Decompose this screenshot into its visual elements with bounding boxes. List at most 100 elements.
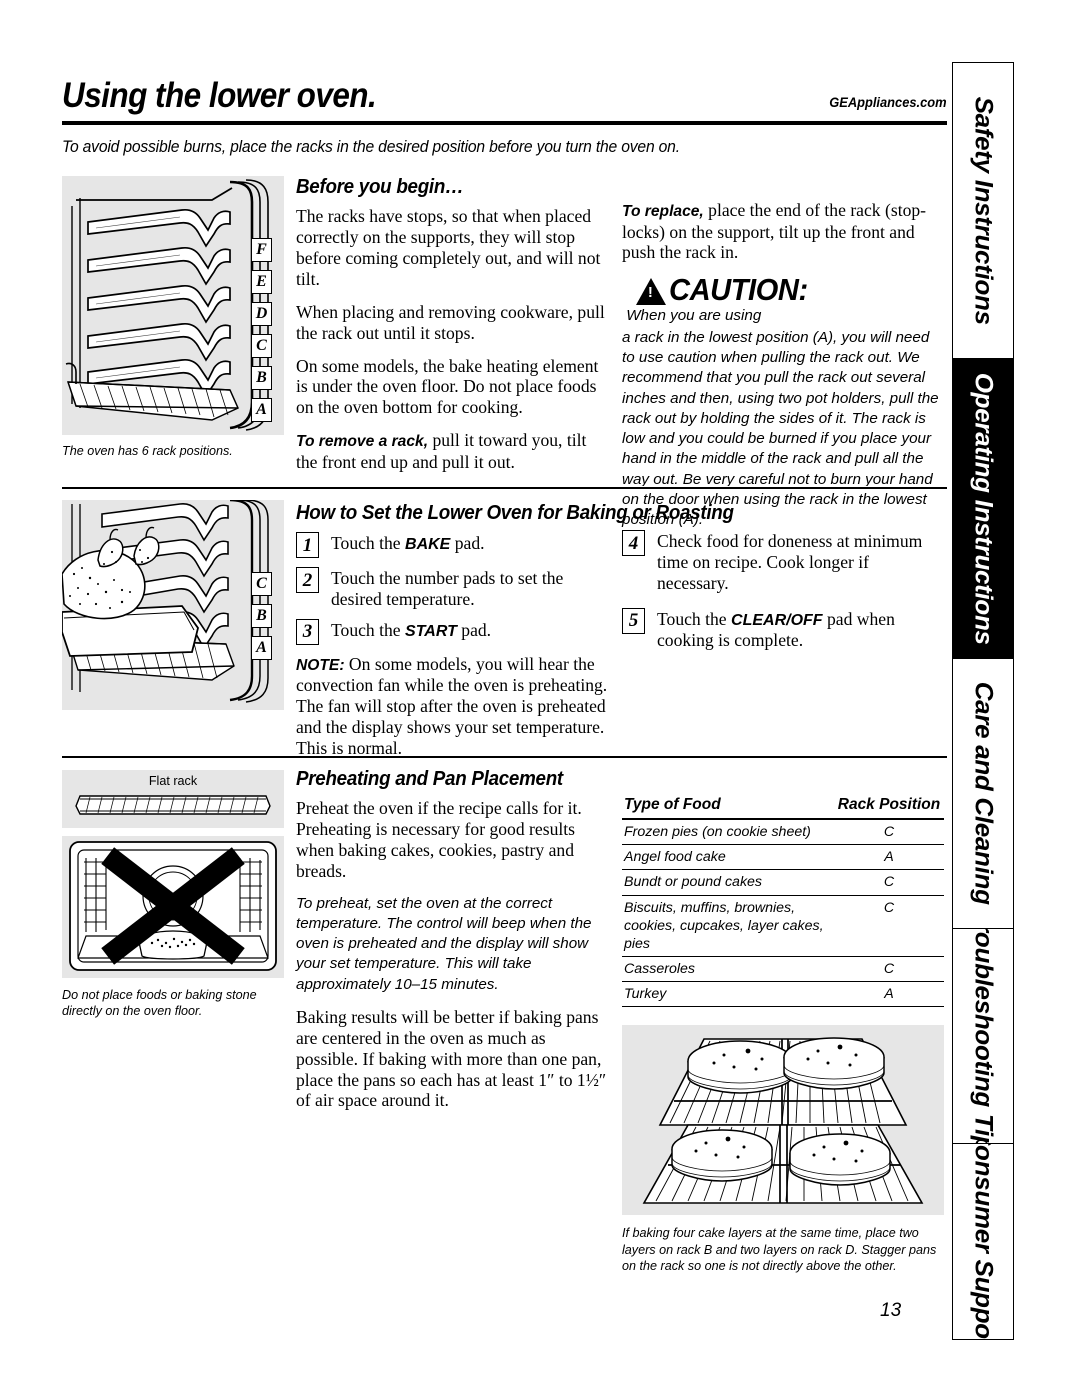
baking-note: NOTE: On some models, you will hear the … [296, 654, 608, 759]
baking-section-heading: How to Set the Lower Oven for Baking or … [296, 502, 734, 524]
rack-position-table-block: Type of Food Rack Position Frozen pies (… [622, 796, 944, 1274]
step-text: Touch the number pads to set the desired… [331, 568, 564, 609]
page-title: Using the lower oven. [62, 76, 377, 115]
column-header-rack-position: Rack Position [832, 796, 944, 820]
oven-illustration-caption: The oven has 6 rack positions. [62, 444, 233, 458]
step-number: 2 [296, 567, 319, 593]
tab-label: Safety Instructions [969, 96, 998, 325]
table-row: Turkey A [622, 981, 944, 1008]
warning-triangle-icon [636, 278, 666, 306]
flat-rack-drawing [75, 795, 271, 815]
no-food-on-floor-illustration [62, 836, 284, 978]
tab-label: Consumer Support [969, 1143, 998, 1340]
cake-pan-placement-illustration [622, 1025, 944, 1216]
step-text-rest: pad. [450, 533, 485, 553]
rack-label-a: A [251, 398, 272, 422]
note-lead: NOTE: [296, 656, 345, 674]
step-text-lead: Touch the [331, 619, 406, 640]
replace-rack-lead: To replace, [622, 203, 704, 220]
tab-safety-instructions[interactable]: Safety Instructions [952, 62, 1014, 358]
step-number: 1 [296, 532, 319, 558]
preheating-paragraph-2: Baking results will be better if baking … [296, 1006, 607, 1111]
cell-position: A [832, 981, 944, 1008]
step-2: 2 Touch the number pads to set the desir… [296, 567, 608, 610]
oven-interior-illustration: F E D C B A [62, 176, 284, 435]
step-text: Touch the CLEAR/OFF pad when cooking is … [657, 608, 944, 651]
flat-rack-illustration-block: Flat rack Do not place foods or baking s… [62, 770, 284, 1020]
table-row: Biscuits, muffins, brownies, cookies, cu… [622, 895, 944, 958]
step-number: 4 [622, 530, 645, 556]
table-row: Bundt or pound cakes C [622, 869, 944, 896]
flat-rack-label: Flat rack [148, 774, 198, 788]
remove-rack-lead: To remove a rack, [296, 433, 429, 451]
tab-care-and-cleaning[interactable]: Care and Cleaning [952, 658, 1014, 928]
step-text-lead: Touch the [657, 608, 732, 629]
cell-food: Casseroles [622, 956, 832, 983]
flat-rack-illustration: Flat rack [62, 770, 284, 828]
table-row: Casseroles C [622, 956, 944, 983]
cell-food: Frozen pies (on cookie sheet) [622, 819, 832, 846]
before-paragraph-3: On some models, the bake heating element… [296, 355, 599, 418]
caution-block: CAUTION: When you are using a rack in th… [622, 272, 944, 530]
caution-text: a rack in the lowest position (A), you w… [622, 328, 939, 528]
turkey-illustration-block: C B A [62, 500, 284, 710]
tab-label: Operating Instructions [969, 372, 998, 645]
tab-consumer-support[interactable]: Consumer Support [952, 1143, 1014, 1340]
section-divider-2 [62, 755, 947, 758]
rack-position-table: Type of Food Rack Position Frozen pies (… [622, 796, 944, 1008]
replace-rack-paragraph: To replace, place the end of the rack (s… [622, 200, 944, 263]
section-divider-1 [62, 486, 947, 489]
no-food-on-floor-caption: Do not place foods or baking stone direc… [62, 988, 257, 1019]
tab-operating-instructions[interactable]: Operating Instructions [952, 358, 1014, 658]
caution-word: CAUTION: [669, 272, 808, 308]
step-text-pad: BAKE [405, 536, 451, 553]
step-text: Touch the START pad. [331, 619, 491, 645]
table-row: Angel food cake A [622, 844, 944, 871]
step-text-lead: Touch the [331, 533, 406, 553]
table-header-row: Type of Food Rack Position [622, 796, 944, 820]
preheating-italic-note: To preheat, set the oven at the correct … [296, 894, 592, 993]
remove-rack-paragraph: To remove a rack, pull it toward you, ti… [296, 430, 608, 472]
caution-first-words: When you are using [622, 306, 762, 324]
tab-label: Troubleshooting Tips [969, 928, 998, 1143]
step-text-rest: pad. [456, 619, 492, 640]
before-paragraph-2: When placing and removing cookware, pull… [296, 301, 605, 343]
preheating-paragraph-1: Preheat the oven if the recipe calls for… [296, 798, 582, 881]
cell-food: Turkey [622, 981, 832, 1008]
preheating-heading: Preheating and Pan Placement [296, 768, 563, 790]
rack-label-d: D [251, 302, 272, 326]
turkey-in-oven-illustration: C B A [62, 500, 284, 710]
step-text-pad: START [405, 622, 457, 640]
step-text: Touch the BAKE pad. [331, 532, 485, 558]
website-link[interactable]: GEAppliances.com [830, 94, 947, 116]
before-you-begin-column: Before you begin… The racks have stops, … [296, 176, 608, 485]
manual-page: Safety Instructions Operating Instructio… [0, 0, 1080, 1397]
baking-steps-left-column: How to Set the Lower Oven for Baking or … [296, 502, 734, 771]
step-number: 3 [296, 618, 319, 645]
turkey-rack-label-b: B [251, 604, 272, 628]
before-you-begin-heading: Before you begin… [296, 176, 464, 198]
table-row: Frozen pies (on cookie sheet) C [622, 819, 944, 846]
tab-troubleshooting-tips[interactable]: Troubleshooting Tips [952, 928, 1014, 1143]
cell-position: A [832, 844, 944, 871]
two-racks-with-cake-pans-drawing [642, 1037, 924, 1205]
tab-label: Care and Cleaning [969, 682, 998, 905]
column-header-type-of-food: Type of Food [622, 796, 832, 820]
turkey-rack-label-a: A [251, 636, 272, 660]
page-number: 13 [880, 1300, 902, 1321]
rack-label-f: F [251, 238, 272, 262]
step-number: 5 [622, 607, 645, 634]
header-rule [62, 121, 947, 125]
rack-label-e: E [251, 270, 272, 294]
step-text-pad: CLEAR/OFF [731, 611, 823, 629]
cell-food: Bundt or pound cakes [622, 869, 832, 896]
step-4: 4 Check food for doneness at minimum tim… [622, 530, 944, 594]
cake-illustration-caption: If baking four cake layers at the same t… [622, 1226, 937, 1274]
step-5: 5 Touch the CLEAR/OFF pad when cooking i… [622, 607, 944, 651]
page-subheading: To avoid possible burns, place the racks… [62, 138, 680, 156]
preheating-column: Preheating and Pan Placement Preheat the… [296, 768, 608, 1123]
page-header: Using the lower oven. GEAppliances.com T… [62, 76, 947, 157]
cell-food: Angel food cake [622, 844, 832, 871]
cell-position: C [832, 869, 944, 896]
step-3: 3 Touch the START pad. [296, 618, 608, 645]
